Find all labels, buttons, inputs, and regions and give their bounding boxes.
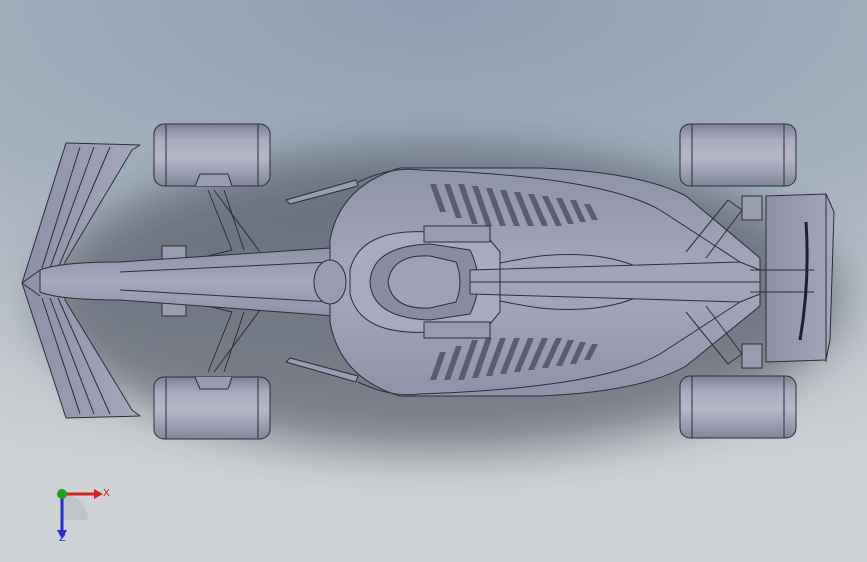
rear-left-tire[interactable] <box>679 123 797 187</box>
front-right-tire[interactable] <box>153 376 271 440</box>
front-left-tire[interactable] <box>153 123 271 187</box>
rear-right-tire[interactable] <box>679 375 797 439</box>
formula-car-model[interactable] <box>0 0 867 562</box>
x-axis-label: X <box>103 488 110 499</box>
cad-viewport[interactable]: X Z <box>0 0 867 562</box>
axis-triad: X Z <box>48 482 118 548</box>
z-axis-label: Z <box>59 533 66 544</box>
